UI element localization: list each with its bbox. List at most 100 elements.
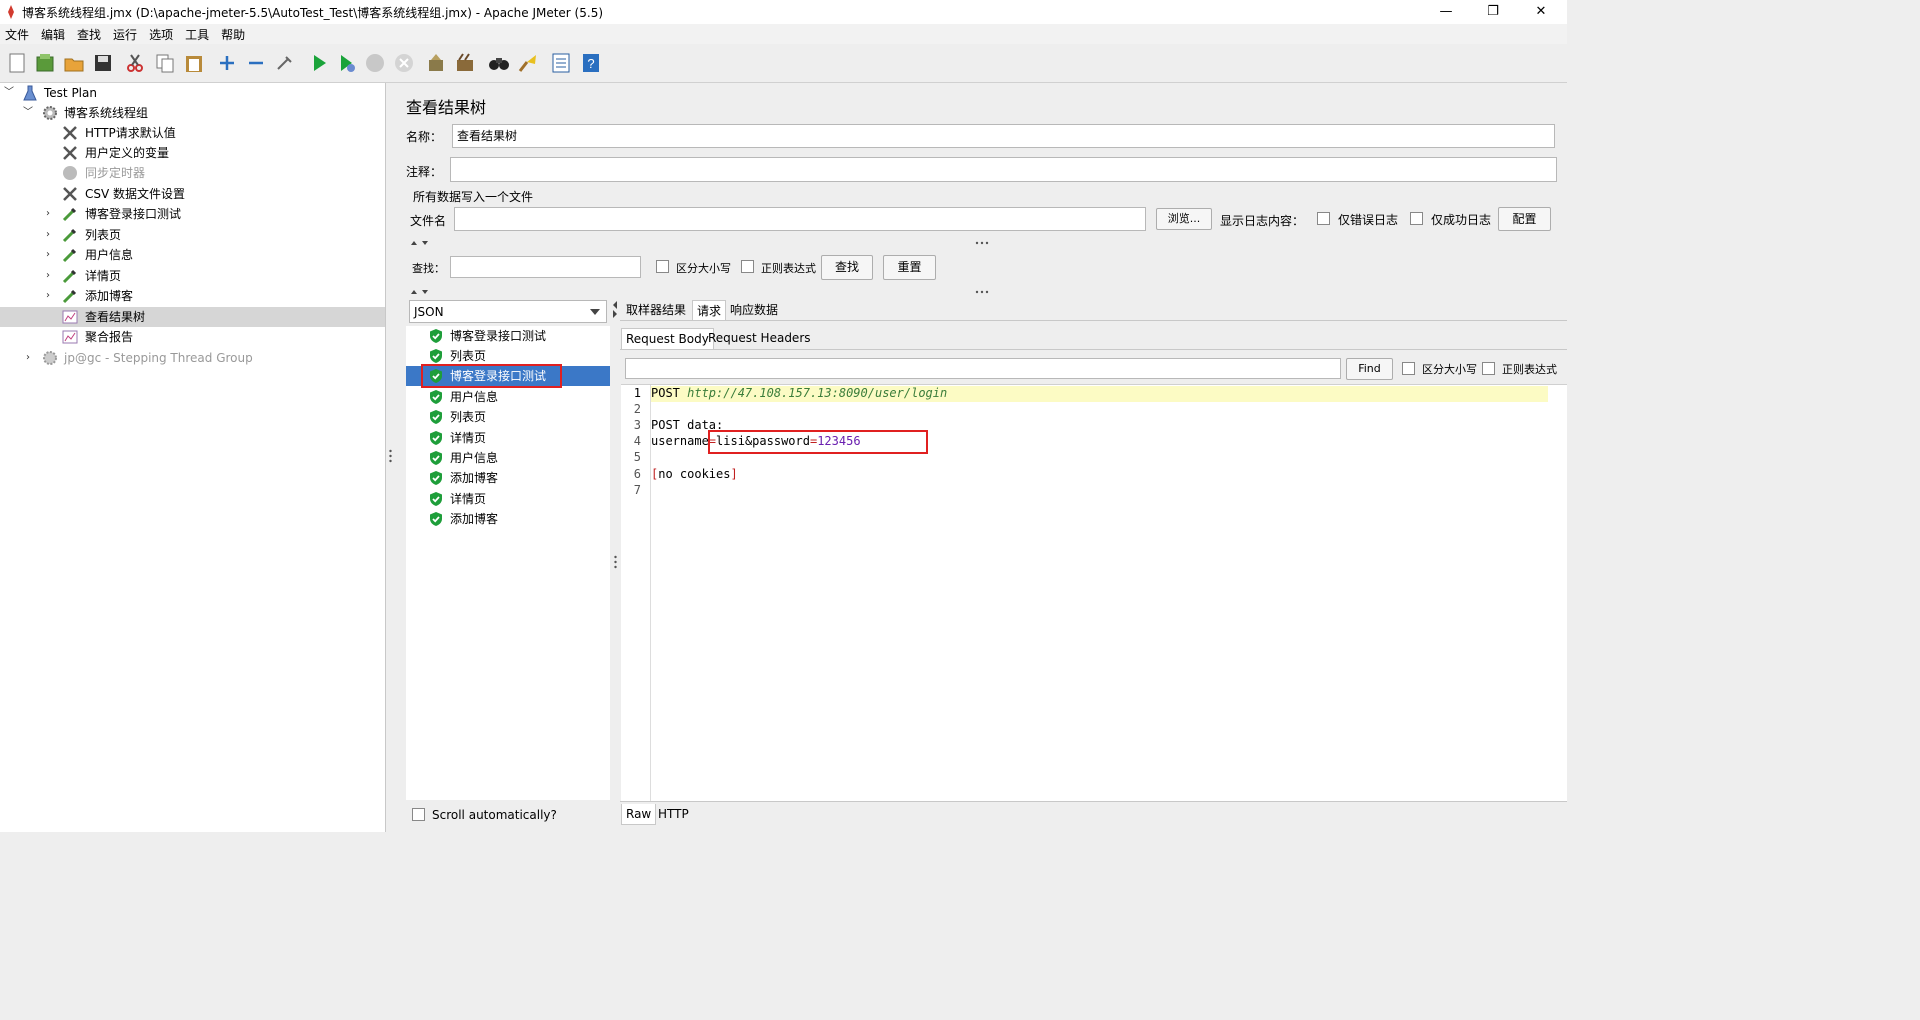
renderer-select[interactable]: JSON — [409, 300, 607, 323]
browse-button[interactable]: 浏览... — [1156, 208, 1212, 230]
tree-node-list-sampler[interactable]: › 列表页 — [0, 225, 385, 245]
success-only-label: 仅成功日志 — [1431, 213, 1492, 227]
tree-node-csv-config[interactable]: CSV 数据文件设置 — [0, 184, 385, 204]
new-icon[interactable] — [6, 52, 28, 74]
tree-node-http-defaults[interactable]: HTTP请求默认值 — [0, 123, 385, 143]
toggle-icon[interactable] — [274, 52, 296, 74]
menu-help[interactable]: 帮助 — [216, 24, 252, 43]
tab-response-data[interactable]: 响应数据 — [726, 300, 782, 320]
menu-run[interactable]: 运行 — [108, 24, 144, 43]
expand-arrow-icon[interactable]: › — [42, 204, 54, 224]
tab-http[interactable]: HTTP — [654, 804, 693, 824]
tree-node-addblog-sampler[interactable]: › 添加博客 — [0, 286, 385, 306]
detail-find-input[interactable] — [625, 358, 1341, 379]
search-icon[interactable] — [488, 52, 510, 74]
result-item[interactable]: 详情页 — [406, 489, 610, 509]
tab-raw[interactable]: Raw — [621, 804, 657, 825]
collapse-arrow-icon[interactable]: ﹀ — [3, 83, 15, 103]
expand-arrow-icon[interactable]: › — [22, 348, 34, 368]
regex-checkbox[interactable] — [741, 260, 754, 273]
filename-input[interactable] — [454, 207, 1146, 231]
result-item[interactable]: 添加博客 — [406, 468, 610, 488]
expand-arrow-icon[interactable]: › — [42, 225, 54, 245]
tree-node-view-results-tree[interactable]: 查看结果树 — [0, 307, 385, 327]
case-sensitive-checkbox[interactable] — [656, 260, 669, 273]
detail-find-button[interactable]: Find — [1346, 358, 1393, 380]
menu-search[interactable]: 查找 — [72, 24, 108, 43]
collapse-arrow-icon[interactable]: ﹀ — [22, 103, 34, 123]
drag-handle-icon[interactable] — [613, 555, 618, 569]
menu-file[interactable]: 文件 — [0, 24, 36, 43]
configure-button[interactable]: 配置 — [1498, 207, 1551, 231]
maximize-button[interactable]: ❐ — [1470, 0, 1516, 24]
tree-node-label: 用户信息 — [85, 248, 134, 262]
clear-all-icon[interactable] — [454, 52, 476, 74]
tree-node-sync-timer[interactable]: 同步定时器 — [0, 163, 385, 183]
errors-only-checkbox[interactable] — [1317, 212, 1330, 225]
reset-search-icon[interactable] — [517, 52, 539, 74]
result-item[interactable]: 列表页 — [406, 407, 610, 427]
copy-icon[interactable] — [154, 52, 176, 74]
function-helper-icon[interactable] — [550, 52, 572, 74]
result-item[interactable]: 博客登录接口测试 — [406, 326, 610, 346]
templates-icon[interactable] — [34, 52, 56, 74]
drag-handle-icon[interactable] — [975, 290, 989, 294]
name-input[interactable]: 查看结果树 — [452, 124, 1555, 148]
help-icon[interactable]: ? — [580, 52, 602, 74]
start-no-pause-icon[interactable] — [336, 52, 358, 74]
tree-node-aggregate-report[interactable]: 聚合报告 — [0, 327, 385, 347]
close-button[interactable]: ✕ — [1518, 0, 1564, 24]
success-only-checkbox[interactable] — [1410, 212, 1423, 225]
result-item[interactable]: 列表页 — [406, 346, 610, 366]
detail-case-checkbox[interactable] — [1402, 362, 1415, 375]
menu-tools[interactable]: 工具 — [180, 24, 216, 43]
split-arrows-icon[interactable] — [612, 300, 618, 318]
tree-node-thread-group[interactable]: ﹀ 博客系统线程组 — [0, 103, 385, 123]
tree-node-userinfo-sampler[interactable]: › 用户信息 — [0, 245, 385, 265]
collapse-all-icon[interactable] — [245, 52, 267, 74]
stop-icon[interactable] — [364, 52, 386, 74]
menu-options[interactable]: 选项 — [144, 24, 180, 43]
code-line: [no cookies] — [651, 467, 738, 481]
success-shield-icon — [430, 329, 442, 343]
tree-node-user-variables[interactable]: 用户定义的变量 — [0, 143, 385, 163]
search-input[interactable] — [450, 256, 641, 278]
expand-arrow-icon[interactable]: › — [42, 286, 54, 306]
open-icon[interactable] — [63, 52, 85, 74]
tree-node-detail-sampler[interactable]: › 详情页 — [0, 266, 385, 286]
tab-request-headers[interactable]: Request Headers — [704, 328, 815, 348]
shutdown-icon[interactable] — [393, 52, 415, 74]
main-splitter[interactable] — [386, 83, 395, 832]
drag-handle-icon[interactable] — [388, 449, 393, 463]
start-icon[interactable] — [308, 52, 330, 74]
tab-sampler-result[interactable]: 取样器结果 — [622, 300, 690, 320]
tab-request-body[interactable]: Request Body — [621, 328, 714, 349]
cut-icon[interactable] — [124, 52, 146, 74]
menu-edit[interactable]: 编辑 — [36, 24, 72, 43]
scroll-auto-checkbox[interactable] — [412, 808, 425, 821]
drag-handle-icon[interactable] — [975, 241, 989, 245]
result-item-label: 列表页 — [450, 410, 487, 424]
split-arrows-icon[interactable] — [410, 239, 432, 247]
clear-icon[interactable] — [425, 52, 447, 74]
comment-input[interactable] — [450, 157, 1557, 182]
paste-icon[interactable] — [183, 52, 205, 74]
detail-regex-checkbox[interactable] — [1482, 362, 1495, 375]
save-icon[interactable] — [92, 52, 114, 74]
find-button[interactable]: 查找 — [821, 255, 873, 280]
result-item[interactable]: 详情页 — [406, 428, 610, 448]
expand-arrow-icon[interactable]: › — [42, 266, 54, 286]
reset-button[interactable]: 重置 — [883, 255, 936, 280]
tree-node-stepping-group[interactable]: › jp@gc - Stepping Thread Group — [0, 348, 385, 368]
tree-node-test-plan[interactable]: ﹀ Test Plan — [0, 83, 385, 103]
result-item[interactable]: 用户信息 — [406, 448, 610, 468]
pipette-icon — [62, 269, 77, 284]
tab-request[interactable]: 请求 — [692, 300, 727, 321]
minimize-button[interactable]: — — [1423, 0, 1469, 24]
expand-all-icon[interactable] — [216, 52, 238, 74]
result-item[interactable]: 用户信息 — [406, 387, 610, 407]
tree-node-login-sampler[interactable]: › 博客登录接口测试 — [0, 204, 385, 224]
split-arrows-icon[interactable] — [410, 288, 432, 296]
expand-arrow-icon[interactable]: › — [42, 245, 54, 265]
result-item[interactable]: 添加博客 — [406, 509, 610, 529]
